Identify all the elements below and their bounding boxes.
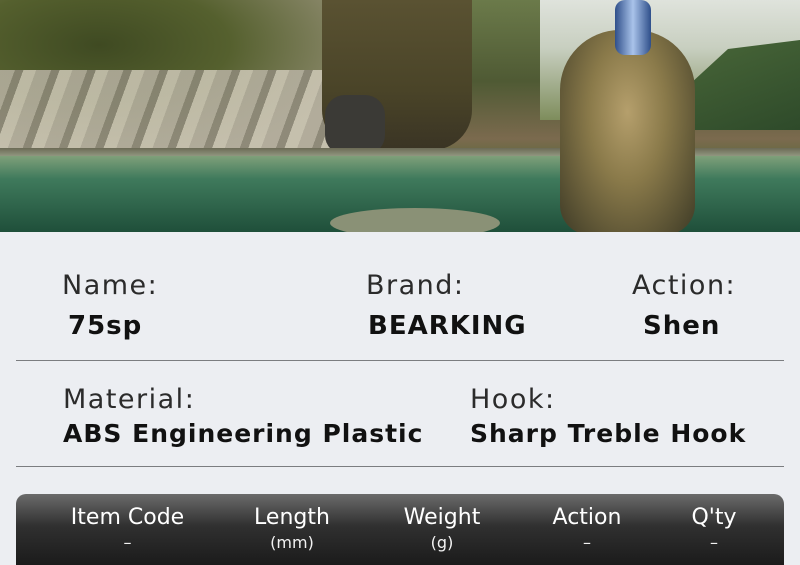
- riverbank-rocks: [0, 70, 330, 155]
- col-weight-header: Weight: [403, 505, 481, 530]
- brand-label: Brand:: [366, 270, 465, 301]
- col-item-code: Item Code –: [50, 494, 205, 553]
- hero-photo: [0, 0, 800, 232]
- brand-value: BEARKING: [368, 311, 527, 341]
- hook-value: Sharp Treble Hook: [470, 419, 747, 448]
- col-item-code-header: Item Code: [70, 505, 185, 530]
- action-label: Action:: [632, 270, 737, 301]
- col-action-header: Action: [552, 505, 622, 530]
- divider-bottom: [16, 466, 784, 467]
- spec-table-header: Item Code – Length (mm) Weight (g) Actio…: [16, 494, 784, 565]
- col-qty-header: Q'ty: [691, 505, 737, 530]
- material-label: Material:: [63, 384, 196, 415]
- lure-in-mouth: [615, 0, 651, 55]
- divider-top: [16, 360, 784, 361]
- underwater-stone: [330, 208, 500, 232]
- col-length: Length (mm): [222, 494, 362, 553]
- angler-wader: [325, 95, 385, 155]
- col-qty-unit: –: [710, 533, 718, 552]
- col-length-unit: (mm): [270, 533, 314, 552]
- trout-fish: [560, 30, 695, 232]
- action-value: Shen: [643, 311, 721, 341]
- col-weight-unit: (g): [430, 533, 454, 552]
- col-qty: Q'ty –: [664, 494, 764, 553]
- col-item-code-unit: –: [123, 533, 132, 552]
- col-action: Action –: [522, 494, 652, 553]
- col-length-header: Length: [254, 505, 330, 530]
- material-value: ABS Engineering Plastic: [63, 419, 424, 448]
- name-label: Name:: [62, 270, 159, 301]
- name-value: 75sp: [68, 311, 143, 341]
- col-action-unit: –: [583, 533, 591, 552]
- col-weight: Weight (g): [372, 494, 512, 553]
- hook-label: Hook:: [470, 384, 556, 415]
